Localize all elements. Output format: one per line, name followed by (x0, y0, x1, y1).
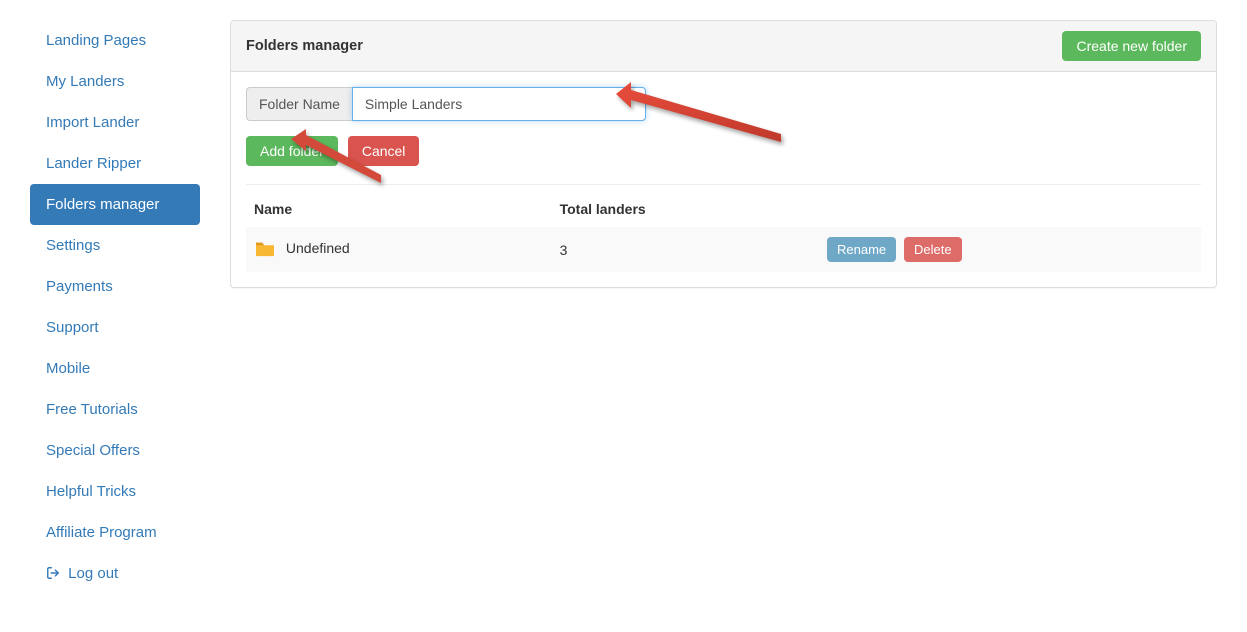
sidebar-item-folders-manager[interactable]: Folders manager (30, 184, 200, 225)
folder-name-cell: Undefined (286, 240, 350, 256)
sidebar-item-label: Special Offers (46, 442, 140, 459)
sidebar-item-helpful-tricks[interactable]: Helpful Tricks (30, 471, 200, 512)
form-actions: Add folder Cancel (246, 136, 1201, 166)
cancel-button[interactable]: Cancel (348, 136, 420, 166)
sidebar-item-label: Free Tutorials (46, 401, 138, 418)
divider (246, 184, 1201, 185)
logout-icon (46, 565, 64, 582)
folders-table: Name Total landers (246, 191, 1201, 272)
sidebar-item-settings[interactable]: Settings (30, 225, 200, 266)
sidebar-item-label: Settings (46, 237, 100, 254)
folder-name-label: Folder Name (246, 87, 352, 121)
sidebar-item-affiliate-program[interactable]: Affiliate Program (30, 512, 200, 553)
table-row: Undefined 3 Rename Delete (246, 227, 1201, 272)
sidebar: Landing Pages My Landers Import Lander L… (30, 20, 200, 594)
delete-button[interactable]: Delete (904, 237, 962, 262)
folder-name-group: Folder Name (246, 87, 646, 121)
sidebar-item-label: Helpful Tricks (46, 483, 136, 500)
sidebar-item-label: Landing Pages (46, 32, 146, 49)
sidebar-item-support[interactable]: Support (30, 307, 200, 348)
create-new-folder-button[interactable]: Create new folder (1062, 31, 1201, 61)
folder-name-input[interactable] (352, 87, 646, 121)
sidebar-item-free-tutorials[interactable]: Free Tutorials (30, 389, 200, 430)
sidebar-item-import-lander[interactable]: Import Lander (30, 102, 200, 143)
sidebar-item-label: Folders manager (46, 196, 159, 213)
sidebar-item-special-offers[interactable]: Special Offers (30, 430, 200, 471)
sidebar-item-label: Payments (46, 278, 113, 295)
col-actions-header (819, 191, 1201, 227)
sidebar-item-landing-pages[interactable]: Landing Pages (30, 20, 200, 61)
col-total-header: Total landers (552, 191, 819, 227)
sidebar-item-mobile[interactable]: Mobile (30, 348, 200, 389)
sidebar-item-label: Log out (68, 565, 118, 582)
folders-panel: Folders manager Create new folder Folder… (230, 20, 1217, 288)
sidebar-item-my-landers[interactable]: My Landers (30, 61, 200, 102)
col-name-header: Name (246, 191, 552, 227)
panel-header: Folders manager Create new folder (231, 21, 1216, 72)
sidebar-item-payments[interactable]: Payments (30, 266, 200, 307)
rename-button[interactable]: Rename (827, 237, 896, 262)
sidebar-item-label: My Landers (46, 73, 124, 90)
sidebar-item-label: Lander Ripper (46, 155, 141, 172)
folder-total-cell: 3 (552, 227, 819, 272)
folder-icon (254, 239, 276, 260)
sidebar-item-label: Mobile (46, 360, 90, 377)
sidebar-item-label: Support (46, 319, 99, 336)
sidebar-item-logout[interactable]: Log out (30, 553, 200, 594)
sidebar-item-label: Import Lander (46, 114, 139, 131)
sidebar-item-lander-ripper[interactable]: Lander Ripper (30, 143, 200, 184)
panel-title: Folders manager (246, 38, 363, 54)
add-folder-button[interactable]: Add folder (246, 136, 338, 166)
sidebar-item-label: Affiliate Program (46, 524, 157, 541)
main-content: Folders manager Create new folder Folder… (230, 20, 1217, 594)
panel-body: Folder Name Add folder Cancel Name Total… (231, 72, 1216, 287)
